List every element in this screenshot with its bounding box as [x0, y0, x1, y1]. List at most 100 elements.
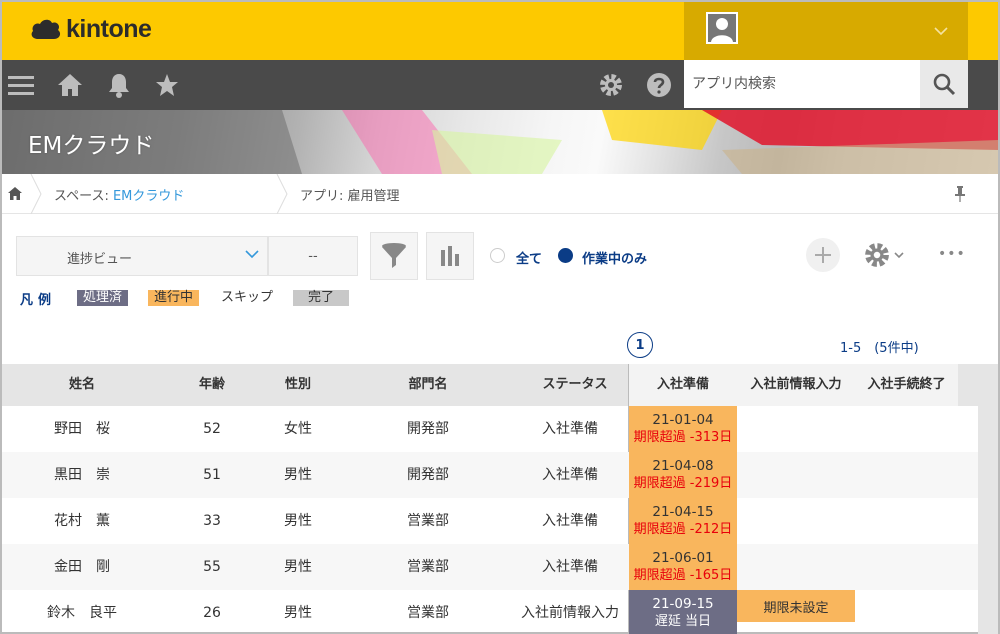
- breadcrumb: スペース: EMクラウド アプリ: 雇用管理: [2, 174, 998, 214]
- space-banner: EMクラウド: [2, 110, 998, 174]
- gear-icon[interactable]: [598, 60, 624, 110]
- add-record-button[interactable]: [806, 238, 840, 272]
- bar-chart-icon: [441, 246, 459, 266]
- space-title: EMクラウド: [28, 133, 155, 159]
- cell-progress-active[interactable]: 21-01-04 期限超過 -313日: [629, 406, 737, 452]
- table-row[interactable]: 野田 桜 52 女性 開発部 入社準備 21-01-04 期限超過 -313日: [2, 406, 978, 452]
- column-header-name[interactable]: 姓名: [2, 364, 162, 406]
- radio-all[interactable]: [490, 248, 505, 263]
- user-menu[interactable]: [684, 2, 968, 60]
- overdue-label: 期限超過 -219日: [633, 476, 733, 491]
- cell-gender: 男性: [284, 605, 312, 621]
- cell-age: 55: [203, 559, 221, 575]
- cell-no-deadline[interactable]: 期限未設定: [737, 590, 855, 622]
- cell-age: 51: [203, 467, 221, 483]
- overdue-label: 期限超過 -313日: [633, 430, 733, 445]
- user-silhouette-icon: [708, 14, 736, 42]
- home-crumb-icon[interactable]: [8, 187, 22, 200]
- progress-date: 21-09-15: [652, 596, 714, 612]
- funnel-icon: [382, 243, 406, 268]
- cell-status: 入社準備: [542, 559, 598, 575]
- record-table: 姓名 年齢 性別 部門名 ステータス 入社準備 入社前情報入力 入社手続終了 野…: [2, 364, 998, 634]
- crumb-separator: [276, 174, 288, 214]
- page-number-current[interactable]: 1: [627, 332, 653, 358]
- pin-icon[interactable]: [954, 186, 966, 202]
- progress-date: 21-06-01: [652, 550, 714, 566]
- cell-status: 入社準備: [542, 421, 598, 437]
- filter-button[interactable]: [370, 232, 418, 280]
- table-row[interactable]: 金田 剛 55 男性 営業部 入社準備 21-06-01 期限超過 -165日: [2, 544, 978, 590]
- legend-skip: スキップ: [215, 290, 280, 306]
- column-header-age[interactable]: 年齢: [162, 364, 262, 406]
- crumb-app: アプリ: 雇用管理: [300, 189, 400, 204]
- cell-name: 鈴木 良平: [47, 605, 117, 621]
- search-button[interactable]: [920, 60, 968, 108]
- legend-processed: 処理済: [77, 290, 129, 306]
- column-header-department[interactable]: 部門名: [334, 364, 522, 406]
- cell-department: 営業部: [407, 559, 449, 575]
- table-row[interactable]: 黒田 崇 51 男性 開発部 入社準備 21-04-08 期限超過 -219日: [2, 452, 978, 498]
- column-header-onboarding-prep: 入社準備: [629, 364, 737, 406]
- bell-icon[interactable]: [106, 60, 132, 110]
- cell-age: 52: [203, 421, 221, 437]
- cell-name: 花村 薫: [54, 513, 110, 529]
- menu-icon[interactable]: [6, 60, 36, 110]
- cell-progress-active[interactable]: 21-06-01 期限超過 -165日: [629, 544, 737, 590]
- help-icon[interactable]: [646, 60, 672, 110]
- cell-status: 入社準備: [542, 467, 598, 483]
- column-header-gender[interactable]: 性別: [262, 364, 334, 406]
- column-header-status[interactable]: ステータス: [522, 364, 628, 406]
- column-header-preentry-input: 入社前情報入力: [737, 364, 855, 406]
- progress-date: 21-01-04: [652, 412, 714, 428]
- cell-gender: 男性: [284, 513, 312, 529]
- table-row[interactable]: 花村 薫 33 男性 営業部 入社準備 21-04-15 期限超過 -212日: [2, 498, 978, 544]
- app-search-input[interactable]: [684, 60, 920, 108]
- cell-progress-active[interactable]: 21-04-08 期限超過 -219日: [629, 452, 737, 498]
- progress-date: 21-04-15: [652, 504, 714, 520]
- chevron-down-icon: [245, 250, 259, 259]
- table-scroll-gutter[interactable]: [978, 364, 998, 634]
- chevron-down-icon[interactable]: [934, 26, 948, 36]
- radio-working-only[interactable]: [558, 248, 573, 263]
- view-select-label: 進捗ビュー: [67, 252, 133, 267]
- kintone-logo[interactable]: kintone: [30, 14, 152, 44]
- cell-progress-done[interactable]: 21-09-15 遅延 当日: [629, 590, 737, 634]
- star-icon[interactable]: [154, 60, 180, 110]
- gear-icon: [865, 243, 889, 267]
- radio-all-label[interactable]: 全て: [516, 248, 542, 267]
- legend-in-progress: 進行中: [148, 290, 200, 306]
- filter-select[interactable]: --: [268, 236, 358, 276]
- cell-gender: 女性: [284, 421, 312, 437]
- cloud-logo-icon: [31, 19, 61, 39]
- home-icon[interactable]: [56, 60, 84, 110]
- legend-complete: 完了: [293, 290, 349, 306]
- top-header: kintone: [2, 2, 998, 60]
- cell-department: 開発部: [407, 467, 449, 483]
- radio-working-label[interactable]: 作業中のみ: [582, 248, 647, 267]
- cell-name: 野田 桜: [54, 421, 110, 437]
- crumb-space: スペース: EMクラウド: [54, 185, 184, 204]
- more-options-button[interactable]: •••: [938, 246, 966, 262]
- cell-age: 33: [203, 513, 221, 529]
- graph-button[interactable]: [426, 232, 474, 280]
- cell-status: 入社前情報入力: [521, 605, 619, 621]
- crumb-space-prefix: スペース:: [54, 189, 113, 204]
- app-settings-button[interactable]: [864, 242, 904, 268]
- cell-progress-active[interactable]: 21-04-15 期限超過 -212日: [629, 498, 737, 544]
- cell-name: 金田 剛: [54, 559, 110, 575]
- legend-title: 凡例: [20, 293, 57, 308]
- plus-icon: [815, 247, 831, 263]
- crumb-space-link[interactable]: EMクラウド: [113, 189, 184, 204]
- progress-date: 21-04-08: [652, 458, 714, 474]
- cell-department: 営業部: [407, 513, 449, 529]
- overdue-label: 期限超過 -212日: [633, 522, 733, 537]
- user-avatar[interactable]: [706, 12, 738, 44]
- chevron-down-icon: [894, 252, 904, 259]
- page-range: 1-5 (5件中): [840, 341, 919, 356]
- cell-age: 26: [203, 605, 221, 621]
- view-select[interactable]: 進捗ビュー: [16, 236, 268, 276]
- logo-text: kintone: [66, 14, 152, 43]
- table-row[interactable]: 鈴木 良平 26 男性 営業部 入社前情報入力 21-09-15 遅延 当日 期…: [2, 590, 978, 634]
- column-header-onboarding-complete: 入社手続終了: [855, 364, 958, 406]
- cell-status: 入社準備: [542, 513, 598, 529]
